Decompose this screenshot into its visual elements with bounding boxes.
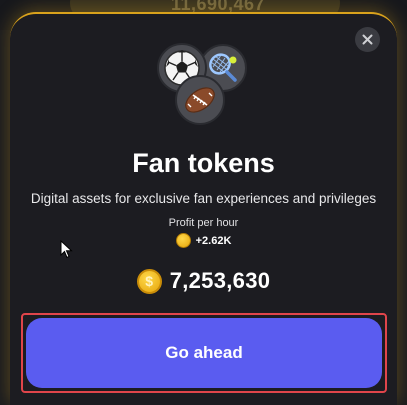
close-button[interactable] [355,27,380,52]
coin-icon [175,233,191,248]
dollar-coin-icon: $ [136,268,162,294]
profit-per-hour-value: +2.62K [195,234,232,247]
american-football-icon [175,75,225,125]
mouse-cursor-icon [60,240,73,259]
close-icon [362,34,373,45]
modal-title: Fan tokens [132,148,275,178]
profit-per-hour-label: Profit per hour [168,217,239,229]
sport-icons [155,42,255,125]
balance-row: $ 7,253,630 [0,268,407,294]
modal-description: Digital assets for exclusive fan experie… [30,191,377,206]
balance-value: 7,253,630 [169,268,271,293]
go-ahead-button[interactable]: Go ahead [26,318,382,388]
